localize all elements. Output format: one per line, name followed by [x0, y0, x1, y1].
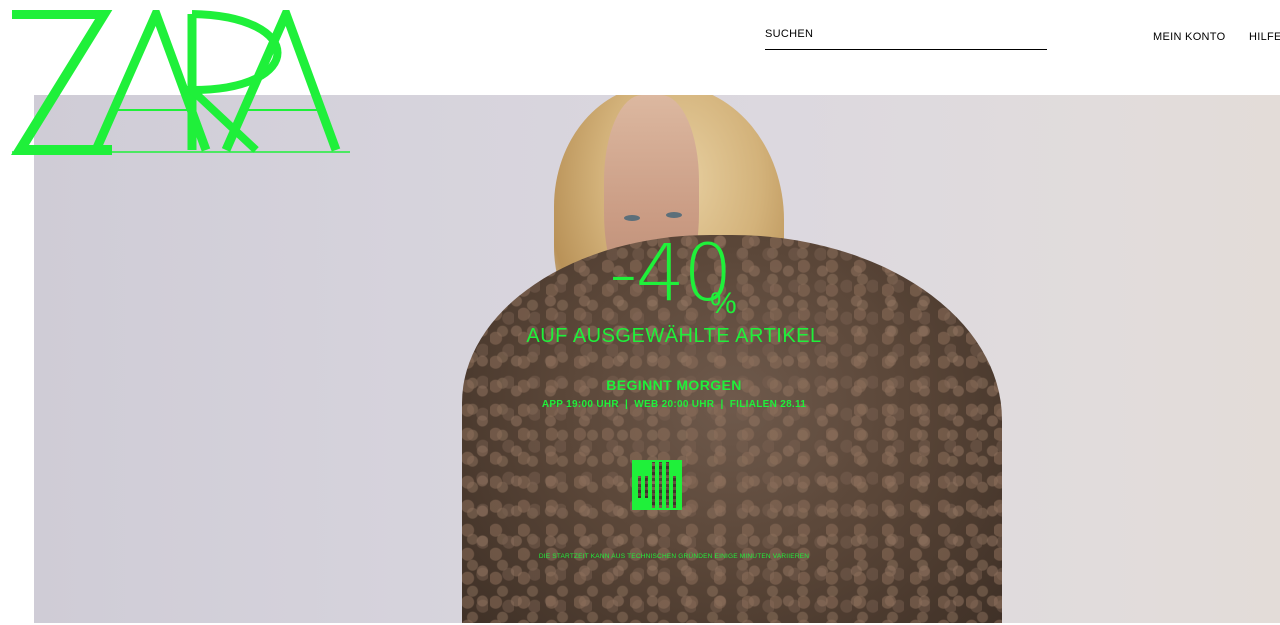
qr-code-icon[interactable]: [632, 460, 682, 510]
promo-subtitle: AUF AUSGEWÄHLTE ARTIKEL: [526, 325, 822, 347]
promo-discount: -40: [609, 229, 732, 319]
zara-logo[interactable]: [6, 10, 350, 155]
promo-percent-sign: %: [710, 287, 737, 320]
help-link[interactable]: HILFE: [1249, 31, 1280, 43]
search-label: SUCHEN: [765, 28, 814, 40]
search-input[interactable]: SUCHEN: [765, 22, 1047, 50]
hero-banner[interactable]: -40 % AUF AUSGEWÄHLTE ARTIKEL BEGINNT MO…: [34, 95, 1280, 623]
account-link[interactable]: MEIN KONTO: [1153, 31, 1225, 43]
promo-times: APP 19:00 UHR | WEB 20:00 UHR | FILIALEN…: [541, 399, 807, 410]
page: -40 % AUF AUSGEWÄHLTE ARTIKEL BEGINNT MO…: [0, 0, 1280, 625]
promo-disclaimer: DIE STARTZEIT KANN AUS TECHNISCHEN GRÜND…: [538, 553, 810, 560]
logo-mark: [11, 10, 350, 155]
promo-overlay: -40 % AUF AUSGEWÄHLTE ARTIKEL BEGINNT MO…: [34, 95, 1280, 623]
promo-start-label: BEGINNT MORGEN: [606, 377, 742, 393]
